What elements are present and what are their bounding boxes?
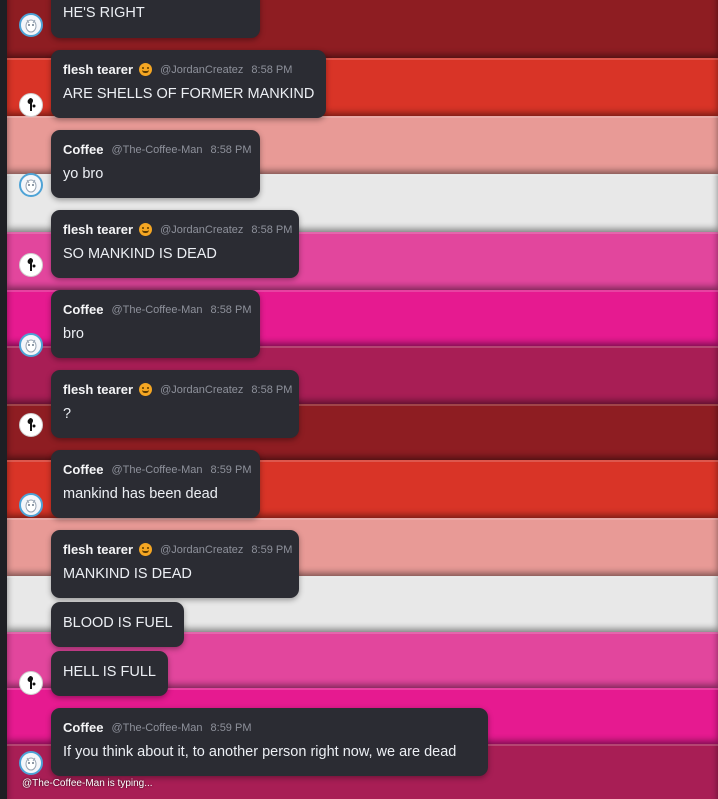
smiley-emoji-icon	[139, 223, 153, 236]
message-header: flesh tearer @JordanCreatez 8:58 PM	[63, 382, 292, 397]
smiley-emoji-icon	[139, 383, 153, 396]
message-bubble[interactable]: flesh tearer @JordanCreatez 8:58 PM SO M…	[51, 210, 299, 278]
message-text: bro	[63, 326, 84, 342]
flesh-avatar-icon[interactable]	[19, 413, 43, 437]
message-author[interactable]: Coffee	[63, 720, 103, 735]
message-text: ?	[63, 406, 72, 422]
message-author[interactable]: flesh tearer	[63, 382, 133, 397]
message-handle[interactable]: @JordanCreatez	[160, 384, 243, 396]
message-bubble[interactable]: Coffee @The-Coffee-Man 8:58 PM bro	[51, 290, 260, 358]
message-timestamp: 8:58 PM	[210, 303, 252, 316]
message-text: If you think about it, to another person…	[63, 744, 457, 760]
message-author[interactable]: Coffee	[63, 302, 103, 317]
coffee-avatar-icon[interactable]	[19, 493, 43, 517]
message-handle[interactable]: @The-Coffee-Man	[111, 144, 202, 156]
coffee-avatar-icon[interactable]	[19, 333, 43, 357]
message-handle[interactable]: @The-Coffee-Man	[111, 722, 202, 734]
message-bubble[interactable]: Coffee @The-Coffee-Man 8:59 PM mankind h…	[51, 450, 260, 518]
message-header: flesh tearer @JordanCreatez 8:58 PM	[63, 222, 292, 237]
chat-window: HE'S RIGHT flesh tearer @JordanCreatez 8…	[0, 0, 718, 799]
typing-indicator: @The-Coffee-Man is typing...	[22, 778, 153, 789]
flesh-avatar-icon[interactable]	[19, 253, 43, 277]
message-timestamp: 8:58 PM	[251, 63, 293, 76]
smiley-emoji-icon	[139, 543, 153, 556]
message-header: Coffee @The-Coffee-Man 8:59 PM	[63, 462, 251, 477]
message-header: Coffee @The-Coffee-Man 8:58 PM	[63, 142, 251, 157]
message-text: HE'S RIGHT	[63, 5, 145, 21]
message-handle[interactable]: @JordanCreatez	[160, 64, 243, 76]
message-handle[interactable]: @The-Coffee-Man	[111, 304, 202, 316]
coffee-avatar-icon[interactable]	[19, 13, 43, 37]
message-header: Coffee @The-Coffee-Man 8:58 PM	[63, 302, 251, 317]
message-header: Coffee @The-Coffee-Man 8:59 PM	[63, 720, 251, 735]
message-author[interactable]: Coffee	[63, 142, 103, 157]
message-bubble[interactable]: flesh tearer @JordanCreatez 8:58 PM ?	[51, 370, 299, 438]
message-bubble[interactable]: flesh tearer @JordanCreatez 8:59 PM MANK…	[51, 530, 299, 598]
message-text: SO MANKIND IS DEAD	[63, 246, 217, 262]
message-author[interactable]: flesh tearer	[63, 62, 133, 77]
message-bubble[interactable]: flesh tearer @JordanCreatez 8:58 PM ARE …	[51, 50, 326, 118]
message-bubble[interactable]: Coffee @The-Coffee-Man 8:59 PM If you th…	[51, 708, 488, 776]
flesh-avatar-icon[interactable]	[19, 671, 43, 695]
message-text: HELL IS FULL	[63, 664, 156, 680]
message-author[interactable]: flesh tearer	[63, 222, 133, 237]
message-author[interactable]: Coffee	[63, 462, 103, 477]
message-text: yo bro	[63, 166, 104, 182]
message-timestamp: 8:59 PM	[210, 721, 252, 734]
message-bubble[interactable]: HELL IS FULL	[51, 651, 168, 696]
message-header: flesh tearer @JordanCreatez 8:58 PM	[63, 62, 292, 77]
message-timestamp: 8:59 PM	[210, 463, 252, 476]
message-list: HE'S RIGHT flesh tearer @JordanCreatez 8…	[0, 0, 718, 799]
message-header: flesh tearer @JordanCreatez 8:59 PM	[63, 542, 292, 557]
message-text: MANKIND IS DEAD	[63, 566, 192, 582]
message-timestamp: 8:58 PM	[251, 383, 293, 396]
message-bubble[interactable]: HE'S RIGHT	[51, 0, 260, 38]
message-text: mankind has been dead	[63, 486, 218, 502]
coffee-avatar-icon[interactable]	[19, 173, 43, 197]
message-text: BLOOD IS FUEL	[63, 615, 173, 631]
message-author[interactable]: flesh tearer	[63, 542, 133, 557]
smiley-emoji-icon	[139, 63, 153, 76]
message-handle[interactable]: @The-Coffee-Man	[111, 464, 202, 476]
flesh-avatar-icon[interactable]	[19, 93, 43, 117]
message-text: ARE SHELLS OF FORMER MANKIND	[63, 86, 315, 102]
message-timestamp: 8:58 PM	[210, 143, 252, 156]
coffee-avatar-icon[interactable]	[19, 751, 43, 775]
message-bubble[interactable]: BLOOD IS FUEL	[51, 602, 184, 647]
message-handle[interactable]: @JordanCreatez	[160, 224, 243, 236]
message-timestamp: 8:58 PM	[251, 223, 293, 236]
window-left-edge	[0, 0, 7, 799]
message-handle[interactable]: @JordanCreatez	[160, 544, 243, 556]
message-timestamp: 8:59 PM	[251, 543, 293, 556]
message-bubble[interactable]: Coffee @The-Coffee-Man 8:58 PM yo bro	[51, 130, 260, 198]
